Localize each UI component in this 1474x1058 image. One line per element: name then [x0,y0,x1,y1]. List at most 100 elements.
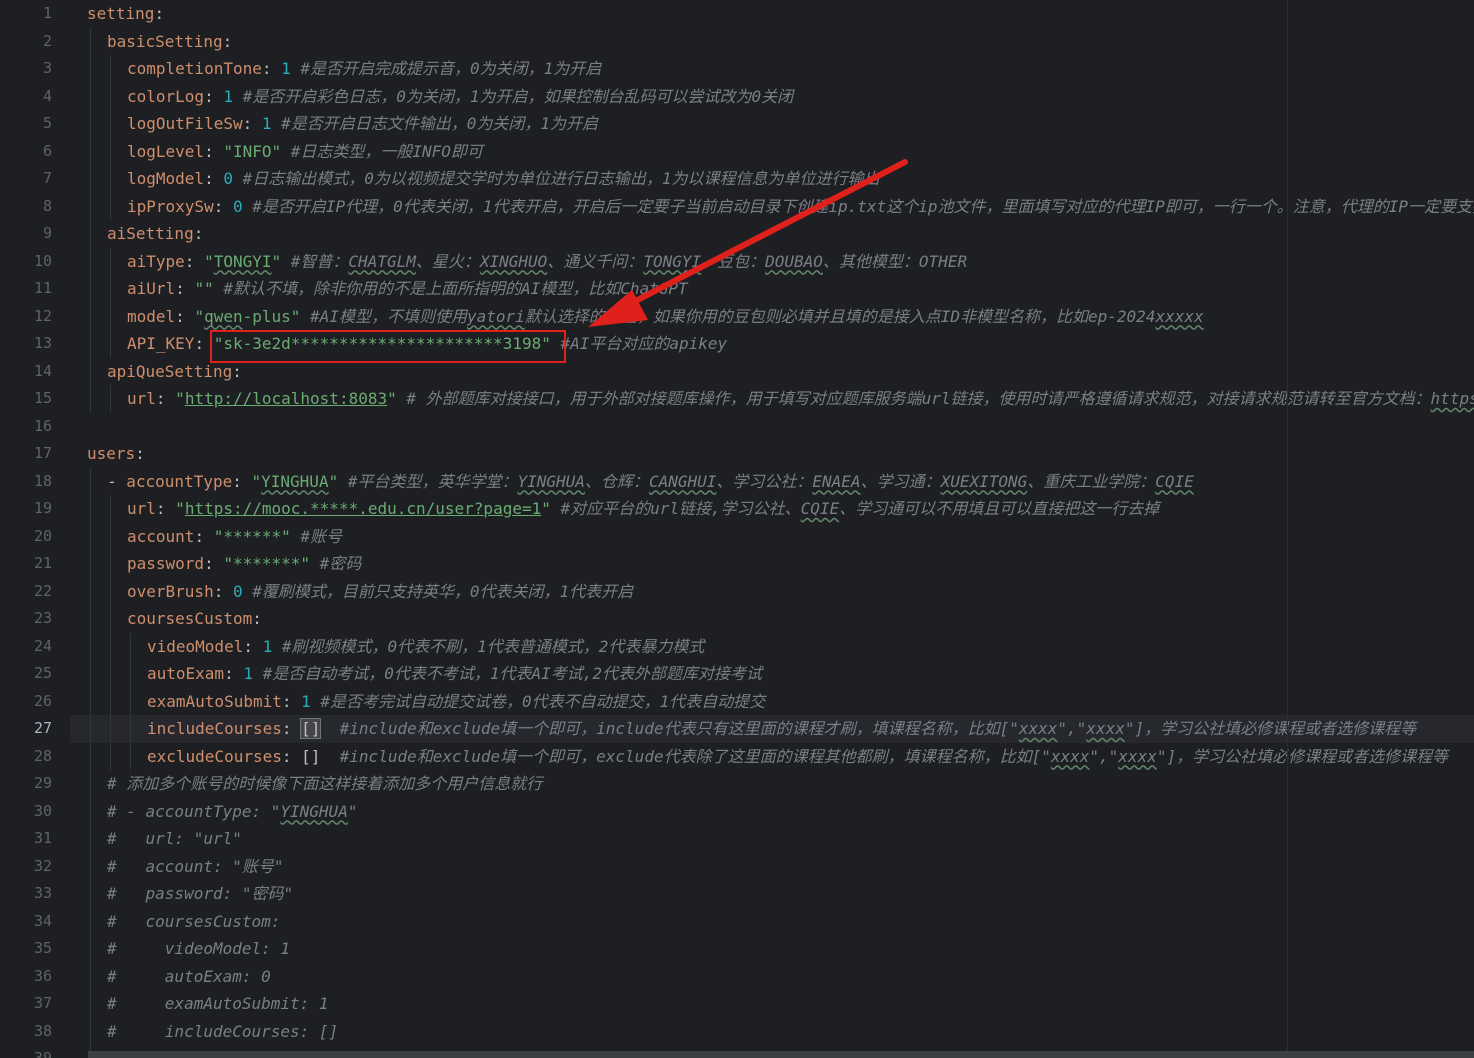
line-number[interactable]: 38 [0,1018,52,1046]
line-number[interactable]: 29 [0,770,52,798]
line-number[interactable]: 37 [0,990,52,1018]
line-number[interactable]: 18 [0,468,52,496]
code-line[interactable]: password: "*******" #密码 [70,550,1474,578]
code-token: xxxx [1118,746,1157,766]
line-number[interactable]: 9 [0,220,52,248]
line-number[interactable]: 11 [0,275,52,303]
code-line[interactable]: aiUrl: "" #默认不填，除非你用的不是上面所指明的AI模型，比如Chat… [70,275,1474,303]
code-token: " [347,801,358,821]
code-token: # - accountType: " [107,801,281,821]
code-line[interactable]: logOutFileSw: 1 #是否开启日志文件输出，0为关闭，1为开启 [70,110,1474,138]
code-line[interactable]: ipProxySw: 0 #是否开启IP代理，0代表关闭，1代表开启，开启后一定… [70,193,1474,221]
line-number[interactable]: 25 [0,660,52,688]
code-line[interactable]: # coursesCustom: [70,908,1474,936]
line-number[interactable]: 33 [0,880,52,908]
code-line[interactable]: # includeCourses: [] [70,1018,1474,1046]
code-token: #是否开启彩色日志，0为关闭，1为开启，如果控制台乱码可以尝试改为0关闭 [242,86,794,106]
code-token: includeCourses [147,719,282,738]
code-line[interactable]: coursesCustom: [70,605,1474,633]
code-line[interactable]: # 添加多个账号的时候像下面这样接着添加多个用户信息就行 [70,770,1474,798]
code-line[interactable]: logModel: 0 #日志输出模式，0为以视频提交学时为单位进行日志输出，1… [70,165,1474,193]
code-line[interactable]: overBrush: 0 #覆刷模式，目前只支持英华，0代表关闭，1代表开启 [70,578,1474,606]
line-number[interactable]: 36 [0,963,52,991]
code-line[interactable] [70,413,1474,441]
code-token: # includeCourses: [] [107,1021,339,1041]
code-line[interactable]: excludeCourses: [] #include和exclude填一个即可… [70,743,1474,771]
line-number[interactable]: 10 [0,248,52,276]
line-number[interactable]: 22 [0,578,52,606]
code-line[interactable]: # account: "账号" [70,853,1474,881]
code-line[interactable]: includeCourses: [] #include和exclude填一个即可… [70,715,1474,743]
code-token: excludeCourses [147,746,282,766]
code-line[interactable]: # examAutoSubmit: 1 [70,990,1474,1018]
horizontal-scrollbar[interactable] [88,1051,1474,1058]
indent-guide [110,742,111,770]
line-number[interactable]: 39 [0,1045,52,1058]
line-number[interactable]: 4 [0,83,52,111]
line-number[interactable]: 30 [0,798,52,826]
code-line[interactable]: # - accountType: "YINGHUA" [70,798,1474,826]
code-line[interactable]: users: [70,440,1474,468]
code-line[interactable]: model: "qwen-plus" #AI模型，不填则使用yatori默认选择… [70,303,1474,331]
code-line[interactable]: autoExam: 1 #是否自动考试，0代表不考试，1代表AI考试,2代表外部… [70,660,1474,688]
code-line[interactable]: aiSetting: [70,220,1474,248]
code-token: : [224,664,244,683]
code-line[interactable]: colorLog: 1 #是否开启彩色日志，0为关闭，1为开启，如果控制台乱码可… [70,83,1474,111]
line-number[interactable]: 19 [0,495,52,523]
code-line[interactable]: # videoModel: 1 [70,935,1474,963]
code-token: XINGHUO [479,251,548,271]
line-number[interactable]: 8 [0,193,52,221]
code-area[interactable]: setting: basicSetting: completionTone: 1 … [70,0,1474,1058]
line-number[interactable]: 2 [0,28,52,56]
line-number[interactable]: 15 [0,385,52,413]
line-number[interactable]: 31 [0,825,52,853]
line-number[interactable]: 35 [0,935,52,963]
indent-guide [90,55,91,83]
code-line[interactable]: basicSetting: [70,28,1474,56]
line-number[interactable]: 14 [0,358,52,386]
line-number[interactable]: 6 [0,138,52,166]
line-number[interactable]: 3 [0,55,52,83]
line-number[interactable]: 20 [0,523,52,551]
code-token: TONGYI [643,251,702,271]
line-number[interactable]: 24 [0,633,52,661]
line-number[interactable]: 26 [0,688,52,716]
code-token: #日志类型，一般INFO即可 [290,141,483,161]
code-token: 、通义千问： [547,251,644,271]
code-line[interactable]: completionTone: 1 #是否开启完成提示音，0为关闭，1为开启 [70,55,1474,83]
code-line[interactable]: videoModel: 1 #刷视频模式，0代表不刷，1代表普通模式，2代表暴力… [70,633,1474,661]
code-line[interactable]: aiType: "TONGYI" #智普：CHATGLM、星火：XINGHUO、… [70,248,1474,276]
code-line[interactable]: url: "https://mooc.*****.edu.cn/user?pag… [70,495,1474,523]
line-number[interactable]: 23 [0,605,52,633]
code-token: # 添加多个账号的时候像下面这样接着添加多个用户信息就行 [107,774,543,793]
line-number[interactable]: 16 [0,413,52,441]
line-number[interactable]: 5 [0,110,52,138]
code-line[interactable]: setting: [70,0,1474,28]
indent-guide [90,1017,91,1045]
code-editor[interactable]: 1 2 3 4 5 6 7 8 9 10 11 12 13 14 15 16 17 18 19 20 21 22 23 24 2… [0,0,1474,1058]
line-number[interactable]: 32 [0,853,52,881]
code-token: #include和exclude填一个即可，exclude代表除了这里面的课程其… [339,746,1051,766]
code-token: xxxx [1086,719,1125,738]
indent-guide [90,247,91,275]
code-line[interactable]: - accountType: "YINGHUA" #平台类型，英华学堂：YING… [70,468,1474,496]
line-number[interactable]: 1 [0,0,52,28]
code-line[interactable]: logLevel: "INFO" #日志类型，一般INFO即可 [70,138,1474,166]
line-number[interactable]: 21 [0,550,52,578]
line-number[interactable]: 27 [0,715,52,743]
line-number[interactable]: 12 [0,303,52,331]
code-line[interactable]: url: "http://localhost:8083" # 外部题库对接接口，… [70,385,1474,413]
line-number[interactable]: 17 [0,440,52,468]
line-number[interactable]: 28 [0,743,52,771]
indent-guide [90,935,91,963]
line-number[interactable]: 13 [0,330,52,358]
code-line[interactable]: examAutoSubmit: 1 #是否考完试自动提交试卷，0代表不自动提交，… [70,688,1474,716]
code-line[interactable]: # url: "url" [70,825,1474,853]
line-number-gutter[interactable]: 1 2 3 4 5 6 7 8 9 10 11 12 13 14 15 16 17 18 19 20 21 22 23 24 2… [0,0,70,1058]
code-line[interactable]: # password: "密码" [70,880,1474,908]
code-line[interactable]: # autoExam: 0 [70,963,1474,991]
line-number[interactable]: 7 [0,165,52,193]
code-line[interactable]: account: "******" #账号 [70,523,1474,551]
line-number[interactable]: 34 [0,908,52,936]
code-token: 、豆包： [701,251,766,271]
